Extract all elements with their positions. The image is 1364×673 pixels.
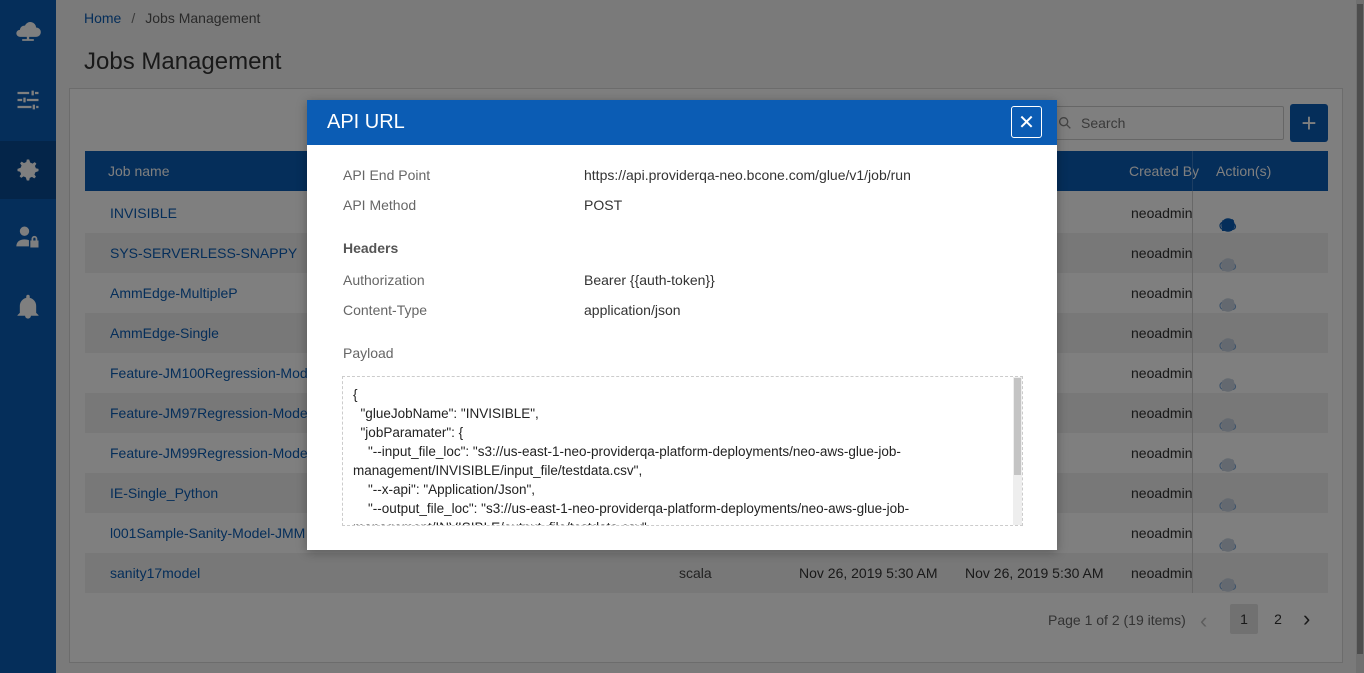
modal-header: API URL ✕ [307, 100, 1057, 145]
content-type-value: application/json [584, 302, 681, 318]
content-type-label: Content-Type [343, 302, 428, 318]
close-icon: ✕ [1018, 111, 1035, 134]
payload-scrollbar-thumb[interactable] [1014, 378, 1021, 475]
api-method-label: API Method [343, 197, 417, 213]
api-endpoint-value: https://api.providerqa-neo.bcone.com/glu… [584, 167, 911, 183]
authorization-label: Authorization [343, 272, 425, 288]
payload-scrollbar[interactable] [1013, 377, 1022, 525]
modal-title: API URL [327, 111, 405, 133]
api-method-value: POST [584, 197, 623, 213]
api-endpoint-label: API End Point [343, 167, 431, 183]
payload-label: Payload [343, 345, 394, 361]
payload-text: { "glueJobName": "INVISIBLE", "jobParama… [353, 387, 910, 525]
authorization-value: Bearer {{auth-token}} [584, 272, 715, 288]
modal-close-button[interactable]: ✕ [1011, 106, 1042, 138]
api-url-modal: API URL ✕ API End Point https://api.prov… [307, 100, 1057, 550]
headers-title: Headers [343, 240, 399, 256]
payload-textarea[interactable]: { "glueJobName": "INVISIBLE", "jobParama… [342, 376, 1023, 526]
